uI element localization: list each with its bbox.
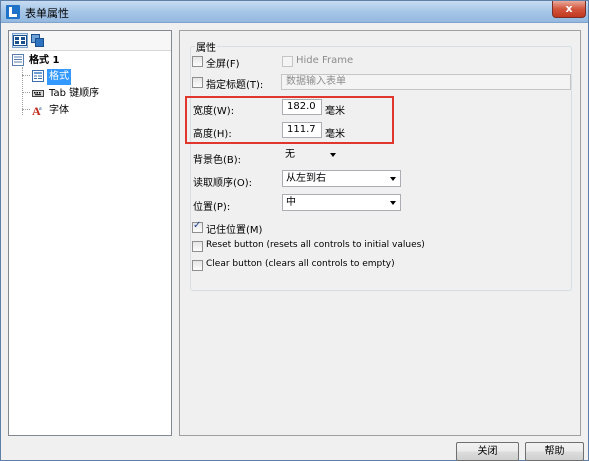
- position-select[interactable]: 中: [282, 194, 401, 211]
- close-window-button[interactable]: x: [552, 1, 586, 18]
- tree-item-font[interactable]: A a 字体: [32, 103, 71, 119]
- tree-item-label: Tab 键顺序: [49, 88, 100, 99]
- properties-group-label: 属性: [195, 39, 217, 54]
- width-unit: 毫米: [325, 106, 345, 117]
- reading-order-select[interactable]: 从左到右: [282, 170, 401, 187]
- tree-item-label: 格式: [47, 69, 71, 85]
- background-label: 背景色(B):: [193, 155, 242, 166]
- height-unit: 毫米: [325, 129, 345, 140]
- font-icon: A a: [32, 104, 42, 116]
- fullscreen-label: 全屏(F): [206, 59, 240, 70]
- tree-connector: [22, 109, 30, 110]
- height-input[interactable]: 111.7: [282, 122, 322, 138]
- background-color-select[interactable]: 无: [282, 147, 340, 163]
- tree-item-label: 字体: [49, 105, 69, 116]
- tree-connector: [22, 92, 30, 93]
- chevron-down-icon: [390, 177, 396, 181]
- reading-order-value: 从左到右: [286, 173, 326, 184]
- svg-text:a: a: [39, 106, 42, 112]
- position-label: 位置(P):: [193, 202, 231, 213]
- width-input[interactable]: 182.0: [282, 99, 322, 115]
- fullscreen-checkbox[interactable]: [192, 56, 203, 67]
- remember-position-checkbox[interactable]: [192, 220, 203, 233]
- background-color-value: 无: [285, 149, 295, 160]
- app-icon: [6, 5, 20, 19]
- tree-item-tab-order[interactable]: Tab 键顺序: [32, 86, 101, 102]
- copy-icon: [31, 34, 44, 47]
- tree-root[interactable]: 格式 1: [12, 53, 61, 69]
- help-button[interactable]: 帮助: [525, 442, 584, 461]
- close-icon: x: [565, 2, 573, 15]
- clear-button-checkbox[interactable]: [192, 260, 203, 271]
- tree-root-label: 格式 1: [29, 55, 60, 66]
- tree-connector: [22, 75, 30, 76]
- hide-frame-checkbox[interactable]: [282, 56, 293, 67]
- title-input[interactable]: 数据输入表单: [281, 74, 571, 90]
- reading-order-label: 读取顺序(O):: [193, 178, 253, 189]
- format-icon: [32, 70, 44, 82]
- reset-button-checkbox[interactable]: [192, 241, 203, 252]
- title-label: 指定标题(T):: [206, 80, 264, 91]
- navigation-panel: 格式 1 格式 Tab 键顺序 A a 字体: [8, 30, 172, 436]
- height-label: 高度(H):: [193, 129, 232, 140]
- title-bar[interactable]: 表单属性 x: [1, 1, 588, 23]
- expand-tree-icon: [13, 35, 27, 46]
- tree-item-format[interactable]: 格式: [32, 69, 71, 85]
- copy-button[interactable]: [30, 33, 46, 48]
- tab-order-icon: [32, 90, 44, 97]
- reset-button-label: Reset button (resets all controls to ini…: [206, 240, 425, 250]
- title-checkbox[interactable]: [192, 77, 203, 88]
- close-button[interactable]: 关闭: [456, 442, 519, 461]
- hide-frame-label: Hide Frame: [296, 55, 354, 66]
- form-icon: [12, 54, 24, 66]
- remember-position-label: 记住位置(M): [206, 225, 263, 236]
- form-properties-dialog: 表单属性 x 格式 1 格式 Tab 键顺序 A a 字体 属性 全屏(F) H…: [0, 0, 589, 461]
- position-value: 中: [286, 197, 296, 208]
- navigation-toolbar: [9, 31, 171, 51]
- chevron-down-icon: [390, 201, 396, 205]
- chevron-down-icon: [330, 153, 336, 157]
- window-title: 表单属性: [25, 7, 69, 20]
- width-label: 宽度(W):: [193, 106, 235, 117]
- expand-tree-button[interactable]: [12, 33, 28, 48]
- clear-button-label: Clear button (clears all controls to emp…: [206, 259, 395, 269]
